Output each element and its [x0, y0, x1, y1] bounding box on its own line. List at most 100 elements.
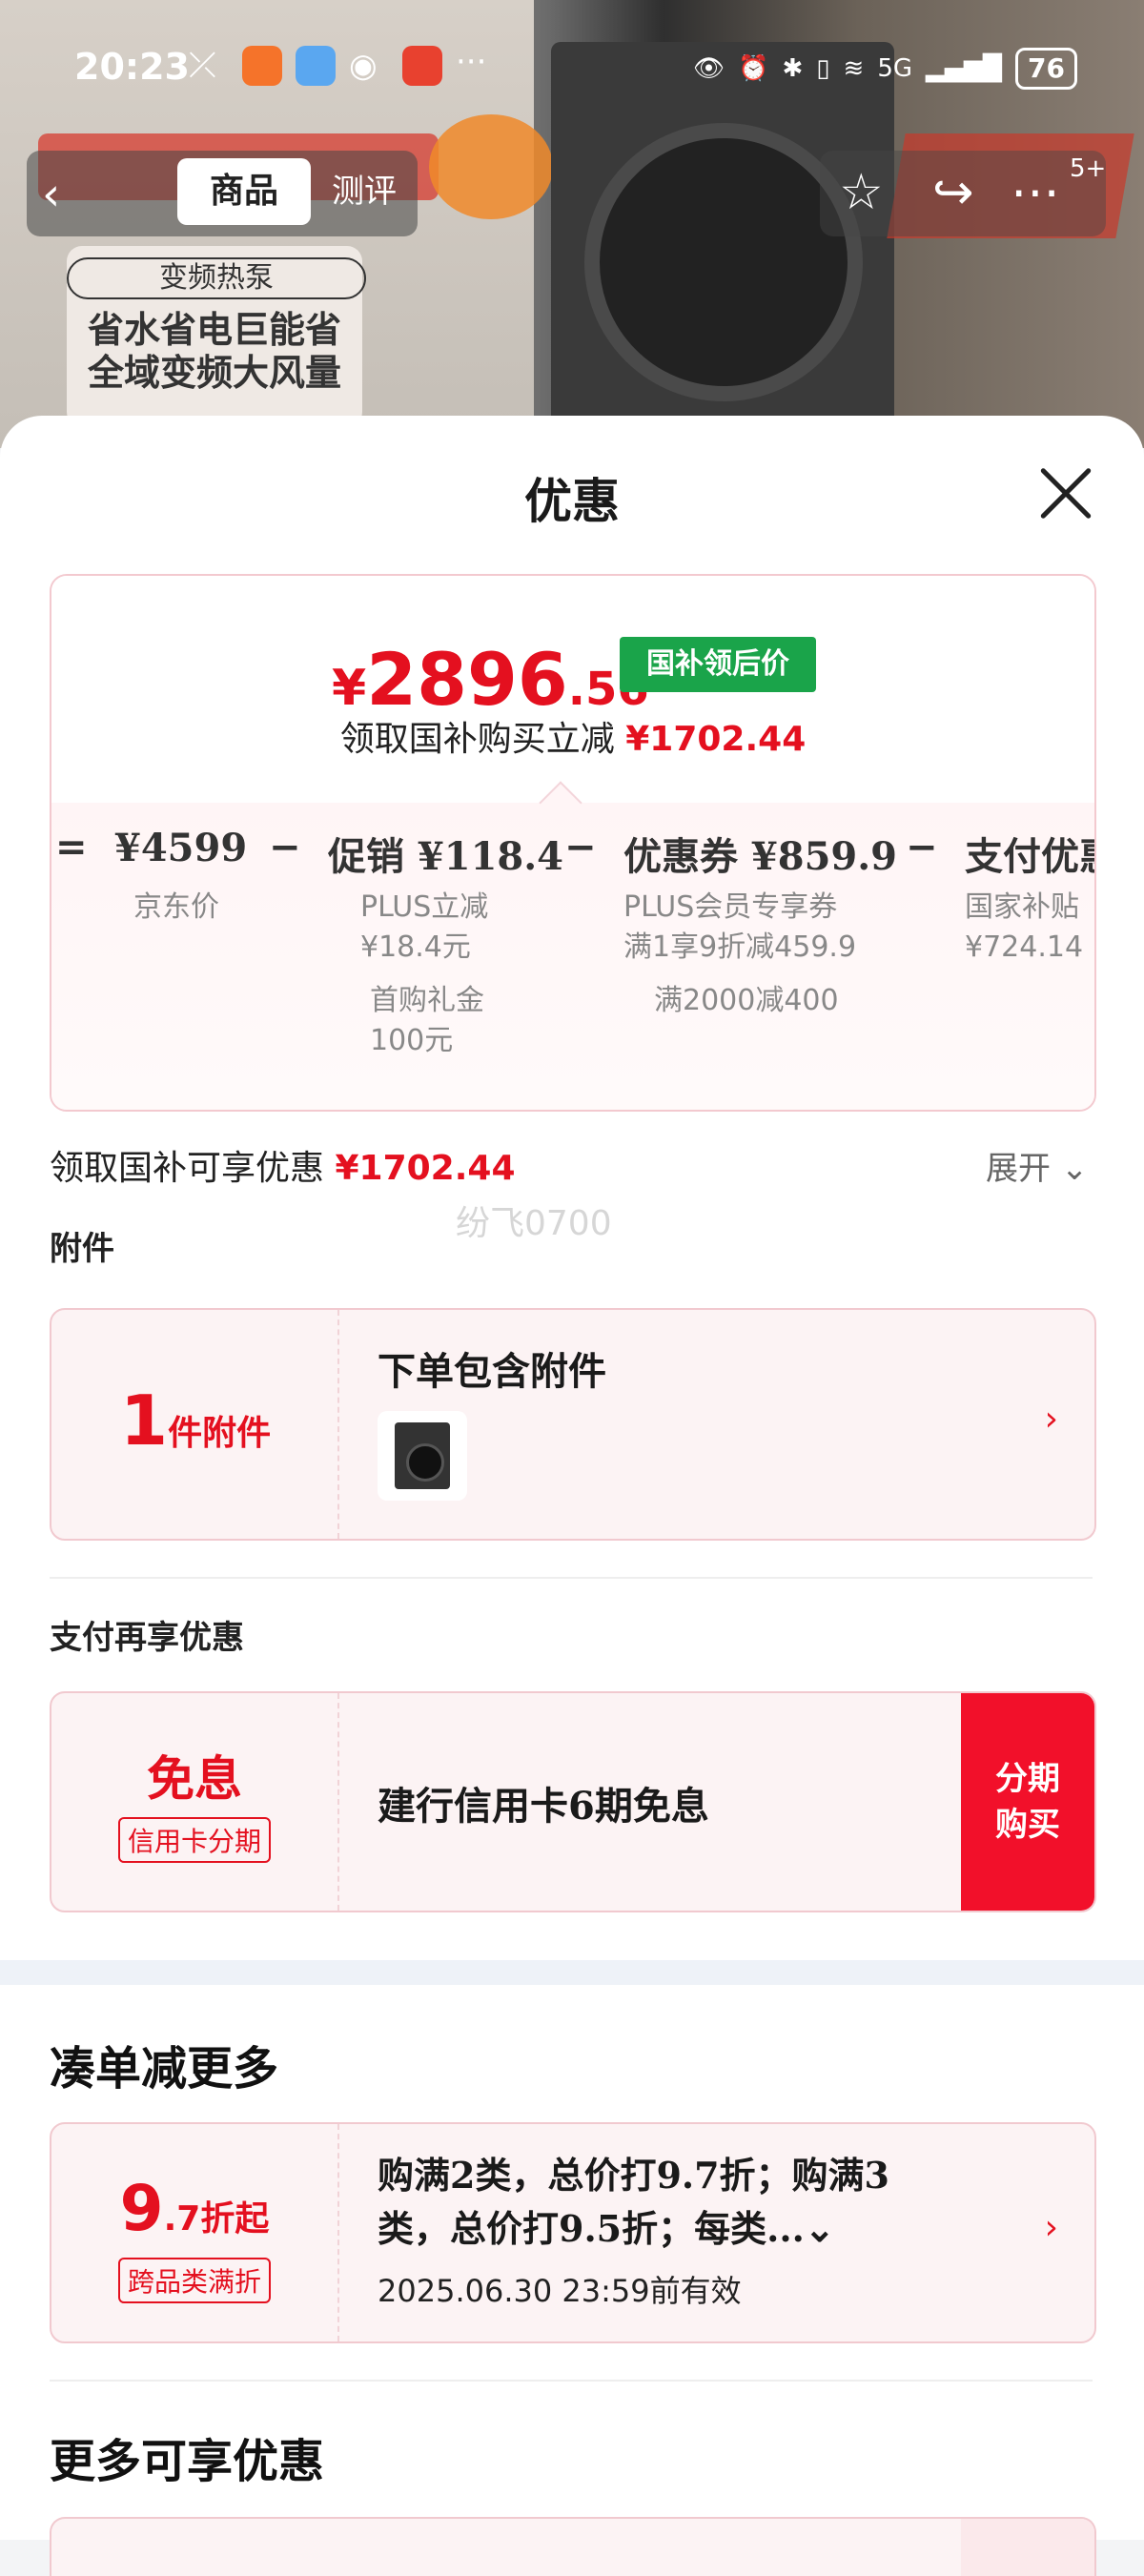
chevron-down-icon: ⌄: [1060, 1150, 1089, 1188]
jd-price-label: 京东价: [133, 890, 219, 924]
promo-sub-gift-amount: 100元: [370, 1024, 454, 1057]
bundle-title: 凑单减更多: [50, 2042, 279, 2096]
cross-category-pill: 跨品类满折: [117, 2258, 271, 2303]
close-icon[interactable]: [1037, 465, 1093, 521]
more-menu-icon[interactable]: ⋯: [1011, 164, 1060, 221]
installment-buy-button[interactable]: 分期 购买: [961, 1693, 1094, 1911]
wechat-icon: ◉: [349, 47, 378, 85]
payment-discount: 支付优惠: [965, 834, 1094, 879]
reduce-line: 领取国补购买立减 ¥1702.44: [51, 711, 1094, 761]
promo-amount: 促销 ¥118.4: [328, 834, 564, 879]
cart-badge: 5+: [1070, 154, 1107, 183]
favorite-star-icon[interactable]: ☆: [839, 164, 884, 221]
discount-summary: 领取国补可享优惠 ¥1702.44: [50, 1140, 516, 1190]
bundle-validity: 2025.06.30 23:59前有效: [378, 2273, 742, 2309]
gov-subsidy-tag: 国补领后价: [620, 637, 816, 692]
promo-sub-plus-amount: ¥18.4元: [360, 930, 471, 964]
sheet-title: 优惠: [524, 473, 620, 529]
alarm-icon: ⏰: [738, 54, 769, 83]
share-icon[interactable]: ↪: [932, 164, 974, 221]
price-breakdown[interactable]: = ¥4599 京东价 − 促销 ¥118.4 PLUS立减 ¥18.4元 首购…: [51, 781, 1094, 1110]
accessories-label: 附件: [50, 1230, 114, 1268]
coupon-sub-plus: PLUS会员专享券: [623, 890, 838, 924]
payment-card[interactable]: 免息 信用卡分期 建行信用卡6期免息 分期 购买: [50, 1691, 1096, 1912]
accessories-card[interactable]: 1件附件 下单包含附件 ›: [50, 1308, 1096, 1541]
price-card: ¥2896.56 国补领后价 领取国补购买立减 ¥1702.44 = ¥4599…: [50, 574, 1096, 1112]
installment-buy-label: 分期 购买: [995, 1756, 1060, 1848]
reading-app-icon: [402, 46, 442, 86]
system-icons: 👁 ⏰ ✱ ▯ ≋ 5G ▂▄▆█ 76: [693, 48, 1077, 90]
accessories-count-box: 1件附件: [51, 1310, 339, 1539]
payment-label: 支付再享优惠: [50, 1619, 244, 1657]
bluetooth-icon: ✱: [782, 54, 804, 83]
watermark: 纷飞0700: [456, 1204, 612, 1243]
bundle-discount: 9.7折起: [51, 2172, 337, 2245]
minus-sign-3: −: [906, 826, 938, 869]
bundle-pill-wrap: 跨品类满折: [51, 2258, 337, 2303]
minus-sign-2: −: [564, 826, 597, 869]
more-title: 更多可享优惠: [50, 2435, 325, 2488]
more-card[interactable]: [50, 2517, 1096, 2576]
back-arrow-icon[interactable]: ‹: [42, 168, 60, 221]
tab-product[interactable]: 商品: [177, 158, 311, 225]
network-label: 5G: [877, 54, 913, 83]
app-notification-icon: [242, 46, 282, 86]
eye-comfort-icon: 👁: [693, 54, 725, 83]
pay-sub-amount: ¥724.14: [965, 930, 1084, 964]
signal-icon: ▂▄▆█: [926, 54, 1003, 83]
installment-buy-line-1: 分期: [995, 1760, 1060, 1798]
divider: [50, 2380, 1093, 2382]
accessory-thumbnail: [378, 1411, 467, 1501]
pay-sub-gov: 国家补贴: [965, 890, 1079, 924]
payment-badge-box: 免息 信用卡分期: [51, 1693, 339, 1911]
bundle-card[interactable]: 9.7折起 跨品类满折 购满2类，总价打9.7折；购满3 类，总价打9.5折；每…: [50, 2122, 1096, 2343]
wifi-icon: ≋: [843, 54, 865, 83]
chevron-down-icon[interactable]: ⌄: [805, 2207, 835, 2250]
reduce-text: 领取国补购买立减: [339, 720, 615, 759]
price-top: ¥2896.56 国补领后价 领取国补购买立减 ¥1702.44: [51, 576, 1094, 803]
expand-label: 展开: [986, 1150, 1051, 1188]
bundle-discount-suffix: .7折起: [163, 2199, 270, 2239]
jd-price: ¥4599: [114, 826, 248, 870]
divider: [50, 1577, 1093, 1579]
618-badge: [429, 114, 553, 219]
discount-summary-label: 领取国补可享优惠: [50, 1149, 325, 1188]
payment-text: 建行信用卡6期免息: [378, 1784, 709, 1829]
minus-sign-1: −: [269, 826, 301, 869]
interest-free-badge: 免息: [147, 1750, 242, 1807]
credit-installment-pill: 信用卡分期: [117, 1817, 271, 1863]
tab-review[interactable]: 测评: [332, 158, 418, 225]
final-price-integer: 2896: [366, 637, 568, 722]
discount-sheet: 优惠 ¥2896.56 国补领后价 领取国补购买立减 ¥1702.44 = ¥4…: [0, 416, 1144, 2576]
more-notifications-icon: ···: [456, 43, 487, 81]
discount-summary-amount: ¥1702.44: [335, 1149, 516, 1188]
chevron-right-icon: ›: [1044, 1400, 1058, 1439]
accessories-count-number: 1: [120, 1380, 169, 1461]
bundle-line-2-wrap: 类，总价打9.5折；每类...⌄: [378, 2202, 889, 2256]
more-card-button[interactable]: [961, 2519, 1094, 2576]
installment-buy-line-2: 购买: [995, 1806, 1060, 1844]
notification-icons: ⤫ ◉ ···: [189, 46, 496, 86]
coupon-amount: 优惠券 ¥859.9: [623, 834, 898, 879]
product-top-nav: ‹ 商品 测评: [27, 151, 418, 236]
weather-icon: [296, 46, 336, 86]
promo-sub-plus: PLUS立减: [360, 890, 489, 924]
vibrate-icon: ▯: [816, 54, 830, 83]
coupon-sub-discount: 满1享9折减459.9: [623, 930, 857, 964]
top-right-actions: ☆ ↪ ⋯ 5+: [820, 151, 1106, 236]
accessories-count-unit: 件附件: [168, 1414, 272, 1453]
poster-line-2: 全域变频大风量: [87, 352, 341, 394]
status-bar: 20:23 ⤫ ◉ ··· 👁 ⏰ ✱ ▯ ≋ 5G ▂▄▆█ 76: [0, 38, 1144, 105]
poster-chip: 变频热泵: [67, 257, 366, 299]
missed-call-icon: ⤫: [189, 46, 216, 85]
section-separator: [0, 1960, 1144, 1985]
final-price: ¥2896.56: [332, 637, 649, 722]
bundle-badge-box: 9.7折起 跨品类满折: [51, 2124, 339, 2341]
bundle-discount-big: 9: [119, 2172, 164, 2245]
battery-indicator: 76: [1015, 48, 1077, 90]
status-time: 20:23: [74, 46, 190, 88]
accessories-count: 1件附件: [120, 1380, 271, 1461]
currency-symbol: ¥: [332, 660, 367, 717]
washer-thumbnail-icon: [395, 1422, 450, 1489]
expand-toggle[interactable]: 展开 ⌄: [986, 1142, 1088, 1189]
